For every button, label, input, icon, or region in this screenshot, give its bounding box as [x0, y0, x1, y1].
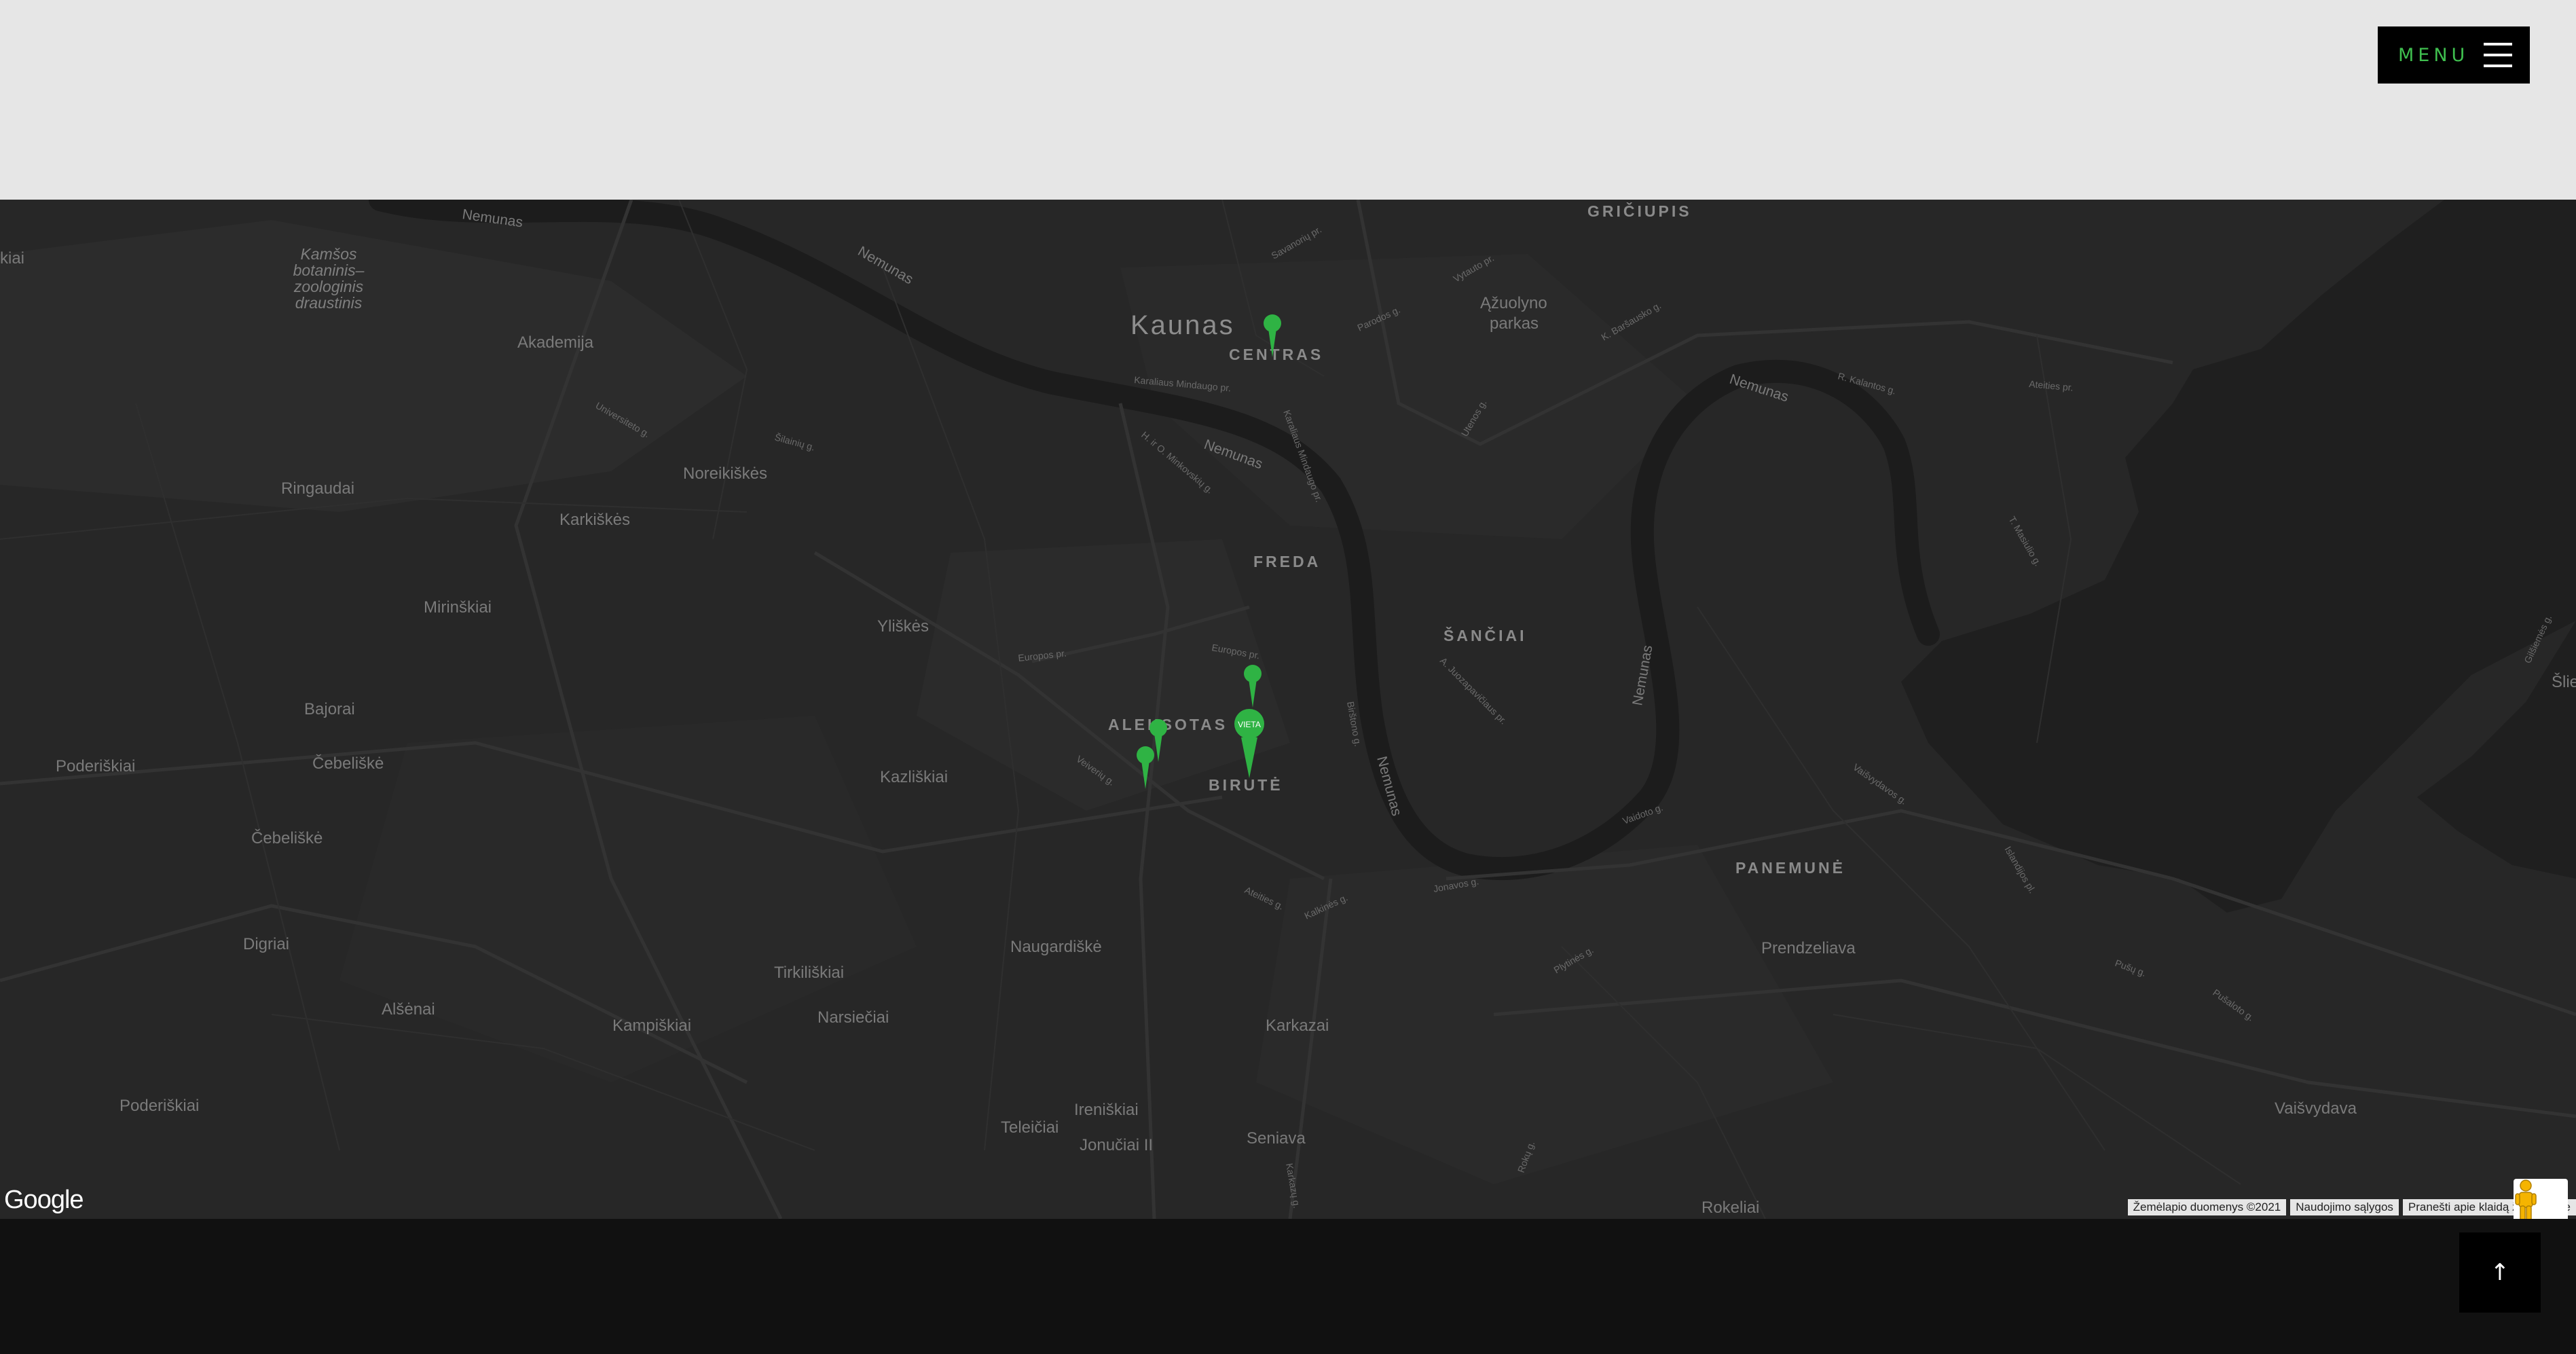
district-label: CENTRAS	[1229, 346, 1323, 363]
place-label: Yliškės	[877, 617, 929, 636]
district-label: ALEKSOTAS	[1108, 716, 1228, 733]
city-label: Kaunas	[1130, 310, 1235, 340]
place-label: Poderiškiai	[56, 757, 135, 775]
map-view[interactable]: Kaunas CENTRAS GRIČIUPIS FREDA ŠANČIAI A…	[0, 200, 2576, 1219]
place-label: Rokeliai	[1701, 1199, 1759, 1217]
place-label: parkas	[1490, 314, 1539, 333]
place-label: Šlie	[2552, 672, 2576, 691]
menu-label: MENU	[2398, 44, 2469, 66]
map-land	[0, 220, 1833, 1184]
place-label: Ireniškiai	[1074, 1101, 1139, 1119]
hamburger-icon	[2484, 43, 2512, 67]
place-label: Vaišvydava	[2275, 1099, 2357, 1118]
place-label: Alšėnai	[382, 1000, 435, 1019]
arrow-up-icon: ↑	[2490, 1259, 2510, 1286]
district-label: ŠANČIAI	[1443, 626, 1527, 644]
street-label: A. Juozapavičiaus pr.	[1438, 655, 1509, 727]
street-view-button[interactable]	[2514, 1179, 2568, 1219]
site-header: MENU	[0, 0, 2576, 200]
site-footer	[0, 1219, 2576, 1354]
svg-text:draustinis: draustinis	[295, 294, 363, 312]
terms-link[interactable]: Naudojimo sąlygos	[2290, 1199, 2399, 1215]
street-label: Ateities pr.	[2029, 378, 2074, 393]
place-label: Jonučiai II	[1080, 1136, 1153, 1154]
place-label: Narsiečiai	[817, 1008, 889, 1027]
place-label: Mirinškiai	[424, 598, 492, 617]
map-attribution: Žemėlapio duomenys ©2021 Naudojimo sąlyg…	[2127, 1199, 2576, 1215]
park-label: Kamšos botaninis– zoologinis draustinis	[293, 245, 365, 312]
svg-text:zoologinis: zoologinis	[293, 278, 364, 295]
street-label: Pušaloto g.	[2211, 987, 2256, 1023]
district-label: BIRUTĖ	[1209, 776, 1283, 794]
place-label: Čebeliškė	[251, 828, 323, 847]
place-label: Poderiškiai	[119, 1097, 199, 1115]
street-label: Ateities g.	[1243, 884, 1285, 911]
river-label: Nemunas	[855, 243, 916, 287]
street-label: Šilainių g.	[773, 431, 816, 452]
place-label: Kazliškiai	[880, 768, 948, 786]
place-label: Tirkiliškiai	[774, 964, 844, 982]
marker-label: VIETA	[1238, 720, 1261, 729]
place-label: Karkiškės	[559, 511, 630, 529]
place-label: Seniava	[1247, 1129, 1306, 1148]
place-label: Bajorai	[304, 700, 355, 718]
district-label: PANEMUNĖ	[1735, 859, 1845, 877]
place-label: Kampiškiai	[612, 1017, 691, 1035]
pegman-icon	[2515, 1179, 2537, 1219]
place-label: Teleičiai	[1001, 1118, 1059, 1137]
menu-button[interactable]: MENU	[2378, 26, 2530, 84]
place-label: Noreikiškės	[683, 464, 767, 483]
google-logo: Google	[4, 1186, 84, 1214]
place-label: Ringaudai	[281, 479, 354, 498]
map-data-attribution[interactable]: Žemėlapio duomenys ©2021	[2127, 1199, 2287, 1215]
svg-text:Kamšos: Kamšos	[300, 245, 357, 263]
street-label: T. Masiulio g.	[2006, 515, 2044, 568]
street-label: K. Baršausko g.	[1600, 299, 1663, 342]
place-label: Karkazai	[1266, 1017, 1329, 1035]
place-label: Digriai	[243, 935, 289, 953]
street-label: Islandijos pl.	[2002, 845, 2038, 896]
district-label: FREDA	[1253, 553, 1321, 570]
place-label: Akademija	[517, 333, 594, 352]
place-label: Naugardiškė	[1010, 938, 1102, 956]
district-label: GRIČIUPIS	[1587, 202, 1692, 220]
svg-text:botaninis–: botaninis–	[293, 261, 365, 279]
map-water	[1901, 200, 2576, 913]
place-label: Ąžuolyno	[1480, 294, 1547, 312]
street-label: Karkazų g.	[1284, 1163, 1302, 1209]
place-label: Prendzeliava	[1761, 939, 1856, 957]
map-canvas[interactable]: Kaunas CENTRAS GRIČIUPIS FREDA ŠANČIAI A…	[0, 200, 2576, 1219]
street-label: Pušų g.	[2114, 957, 2148, 978]
street-label: Vaišvydavos g.	[1851, 761, 1909, 807]
street-label: Savanorių pr.	[1270, 223, 1323, 261]
scroll-to-top-button[interactable]: ↑	[2459, 1232, 2541, 1313]
place-label: kiai	[0, 249, 24, 268]
place-label: Čebeliškė	[312, 754, 384, 773]
